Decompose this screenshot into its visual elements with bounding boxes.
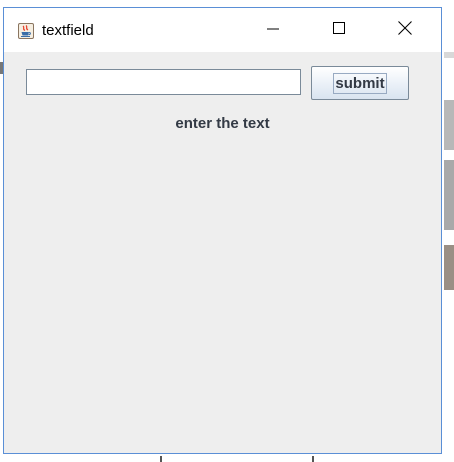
minimize-icon bbox=[267, 21, 279, 39]
app-window: textfield submit enter the text bbox=[3, 7, 442, 454]
content-pane: submit enter the text bbox=[4, 52, 441, 453]
close-icon bbox=[398, 20, 412, 40]
text-input[interactable] bbox=[26, 69, 301, 95]
desktop-background-right bbox=[444, 0, 454, 462]
desktop-background-fragment bbox=[444, 100, 454, 150]
maximize-icon bbox=[333, 21, 345, 39]
desktop-background-fragment bbox=[444, 245, 454, 290]
desktop-background-fragment bbox=[444, 160, 454, 230]
desktop-background-tick bbox=[160, 456, 162, 462]
window-title: textfield bbox=[42, 22, 94, 39]
submit-button-label: submit bbox=[333, 72, 387, 94]
maximize-button[interactable] bbox=[316, 8, 362, 52]
desktop-background-tick bbox=[312, 456, 314, 462]
desktop-background-fragment bbox=[444, 52, 454, 58]
desktop-background-bottom bbox=[0, 456, 454, 462]
enter-text-label: enter the text bbox=[175, 115, 270, 132]
close-button[interactable] bbox=[382, 8, 428, 52]
submit-button[interactable]: submit bbox=[311, 66, 409, 100]
java-coffee-icon[interactable] bbox=[18, 23, 34, 39]
minimize-button[interactable] bbox=[250, 8, 296, 52]
title-bar[interactable]: textfield bbox=[4, 8, 441, 52]
